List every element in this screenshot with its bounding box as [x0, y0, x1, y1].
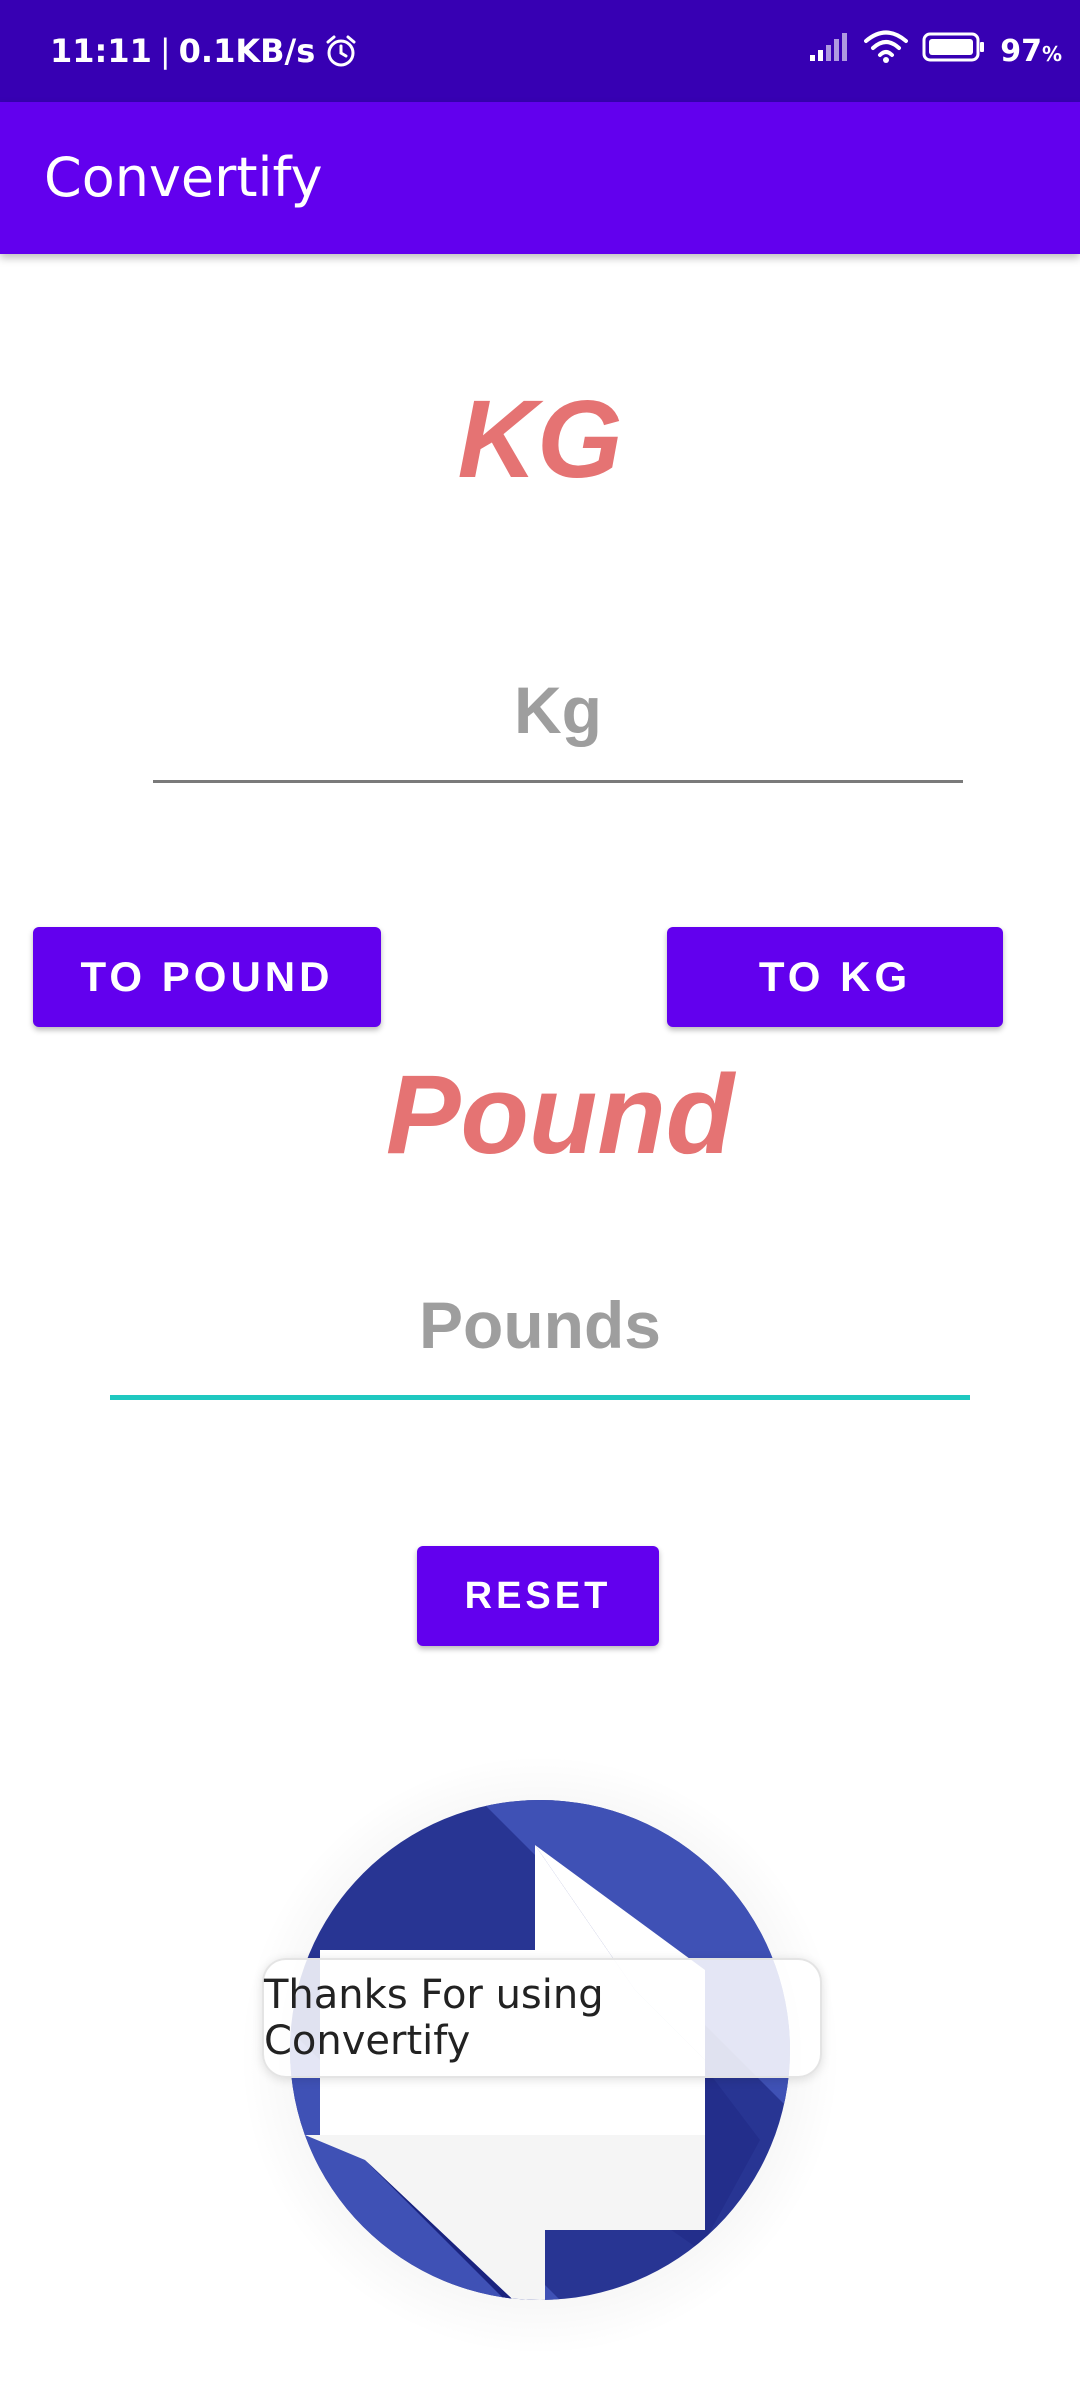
- to-kg-button[interactable]: TO KG: [667, 927, 1003, 1027]
- battery-percent: 97%: [1000, 33, 1062, 69]
- pound-input[interactable]: [110, 1255, 970, 1400]
- status-network-speed: 0.1KB/s: [178, 32, 316, 70]
- app-screen: 11:11 | 0.1KB/s 97% Convertify KG Kg TO …: [0, 0, 1080, 2400]
- wifi-icon: [864, 30, 909, 72]
- battery-icon: [922, 32, 986, 70]
- kg-input[interactable]: [153, 640, 963, 783]
- to-pound-button[interactable]: TO POUND: [33, 927, 381, 1027]
- pound-heading: Pound: [385, 1052, 735, 1177]
- signal-icon: [808, 31, 850, 71]
- reset-button[interactable]: RESET: [417, 1546, 659, 1646]
- app-bar: Convertify: [0, 102, 1080, 254]
- status-right: 97%: [808, 0, 1062, 102]
- alarm-icon: [323, 33, 359, 69]
- toast-message: Thanks For using Convertify: [262, 1958, 822, 2078]
- status-separator: |: [159, 32, 171, 70]
- kg-heading: KG: [457, 378, 623, 501]
- status-bar: 11:11 | 0.1KB/s 97%: [0, 0, 1080, 102]
- status-time: 11:11: [50, 32, 152, 70]
- status-left: 11:11 | 0.1KB/s: [50, 0, 359, 102]
- app-title: Convertify: [44, 146, 323, 209]
